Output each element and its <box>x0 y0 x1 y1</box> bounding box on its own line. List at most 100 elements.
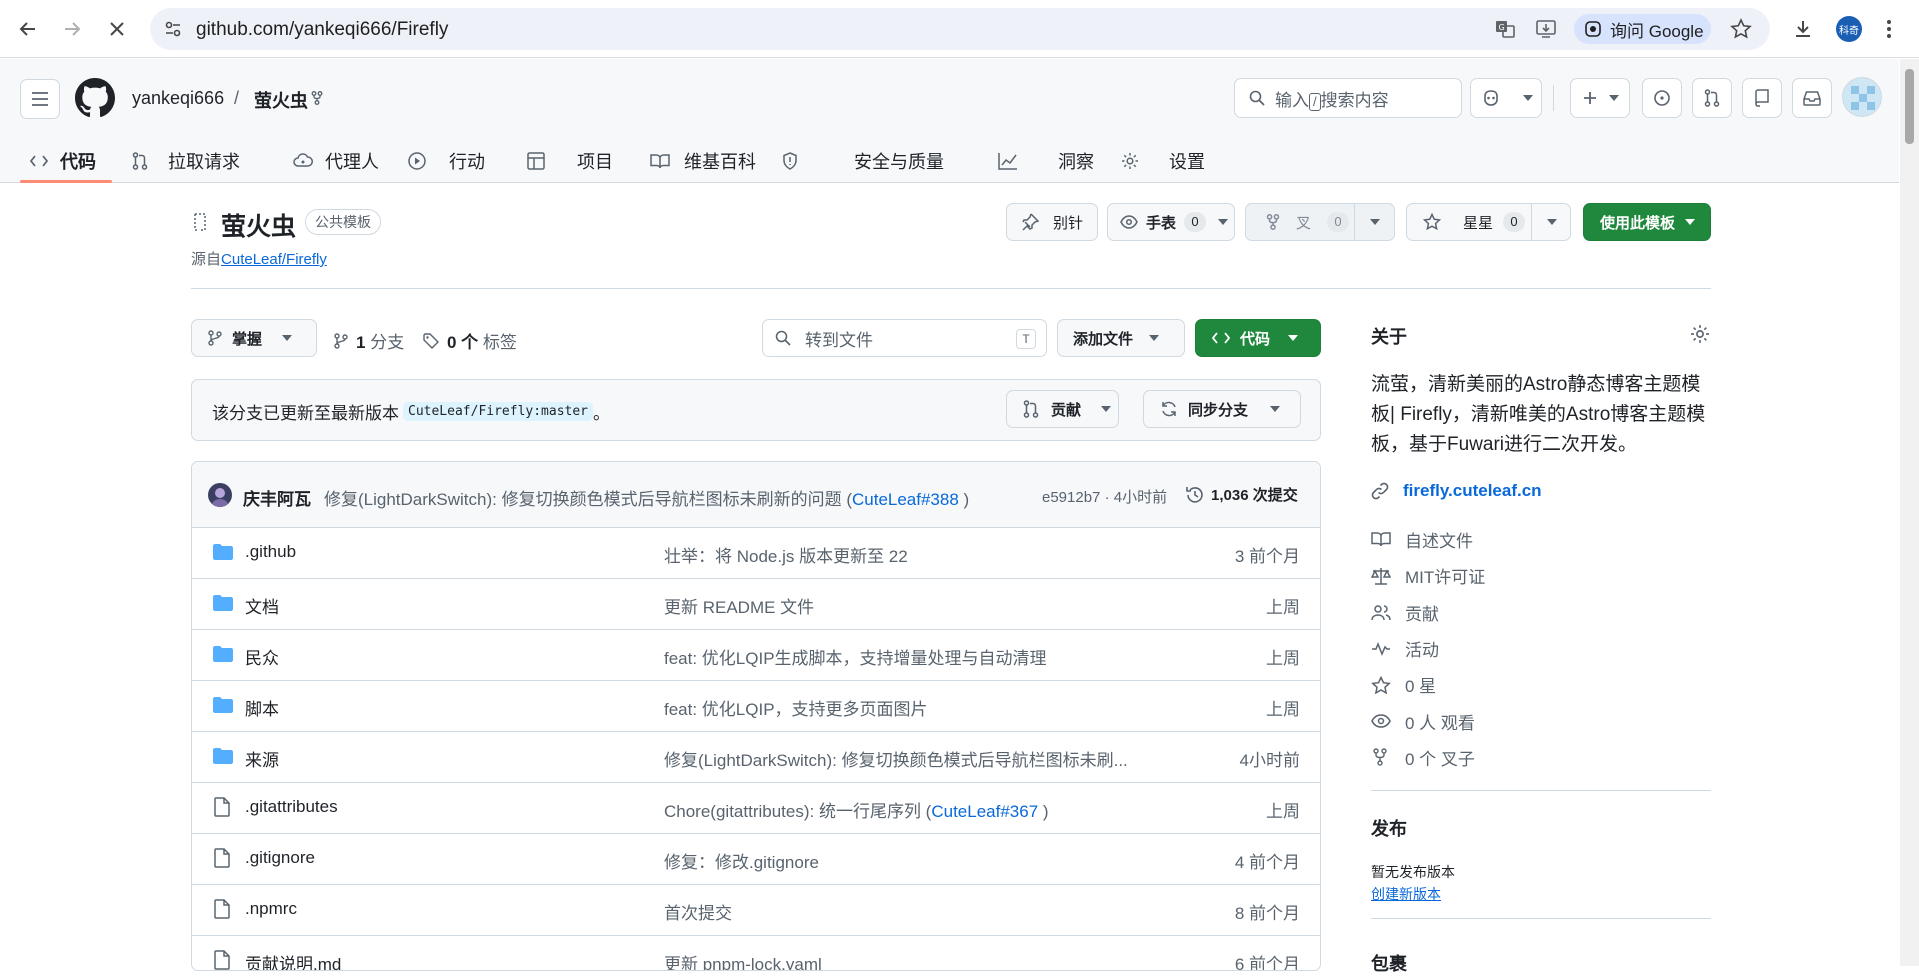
watch-button[interactable]: 手表 0 <box>1107 203 1235 241</box>
commit-hash-time[interactable]: e5912b7 · 4小时前 <box>1042 486 1167 507</box>
file-name[interactable]: .gitignore <box>245 848 315 868</box>
tags-link[interactable]: 0 个 标签 <box>423 328 517 353</box>
tab-actions[interactable]: 行动 <box>407 139 485 183</box>
commit-author[interactable]: 庆丰阿瓦 <box>243 485 311 510</box>
file-commit-message[interactable]: feat: 优化LQIP，支持更多页面图片 <box>664 695 928 720</box>
forward-button[interactable] <box>57 14 87 44</box>
file-commit-message[interactable]: 首次提交 <box>664 899 732 924</box>
bookmark-star-icon[interactable] <box>1730 18 1752 40</box>
branches-link[interactable]: 1 分支 <box>334 328 404 353</box>
file-commit-message[interactable]: 更新 README 文件 <box>664 593 814 618</box>
tab-insights[interactable]: 洞察 <box>998 139 1094 183</box>
file-commit-message[interactable]: 壮举：将 Node.js 版本更新至 22 <box>664 542 908 567</box>
about-item[interactable]: MIT许可证 <box>1371 563 1485 588</box>
tab-code[interactable]: 代码 <box>30 139 96 183</box>
create-new-button[interactable] <box>1570 78 1630 118</box>
add-file-button[interactable]: 添加文件 <box>1057 319 1185 357</box>
releases-heading[interactable]: 发布 <box>1371 815 1407 841</box>
ask-google-button[interactable]: 询问 Google <box>1574 14 1711 44</box>
folder-icon <box>213 697 233 713</box>
repo-link[interactable]: 萤火虫 <box>254 87 308 113</box>
file-row[interactable]: .npmrc 首次提交 8 前个月 <box>192 885 1320 936</box>
branch-select-button[interactable]: 掌握 <box>191 319 317 357</box>
issues-button[interactable] <box>1642 78 1682 118</box>
file-commit-message[interactable]: 修复：修改.gitignore <box>664 848 819 873</box>
commit-author-avatar[interactable] <box>208 483 232 507</box>
commit-message-line[interactable]: 修复(LightDarkSwitch): 修复切换颜色模式后导航栏图标未刷新的问… <box>324 485 969 510</box>
pin-button[interactable]: 别针 <box>1006 203 1098 241</box>
file-name[interactable]: .npmrc <box>245 899 297 919</box>
translate-icon[interactable]: G <box>1494 18 1516 40</box>
sync-fork-button[interactable]: 同步分支 <box>1143 390 1301 428</box>
site-settings-icon[interactable] <box>164 20 182 38</box>
about-item[interactable]: 自述文件 <box>1371 527 1473 552</box>
file-name[interactable]: .github <box>245 542 296 562</box>
about-item[interactable]: 活动 <box>1371 636 1439 661</box>
file-name[interactable]: 脚本 <box>245 695 279 720</box>
go-to-file-input[interactable]: 转到文件 T <box>762 319 1047 357</box>
code-dropdown-button[interactable]: 代码 <box>1195 319 1321 357</box>
about-item[interactable]: 0 星 <box>1371 672 1436 697</box>
pull-requests-button[interactable] <box>1692 78 1732 118</box>
file-row[interactable]: .gitattributes Chore(gitattributes): 统一行尾… <box>192 783 1320 834</box>
file-name[interactable]: 来源 <box>245 746 279 771</box>
contribute-button[interactable]: 贡献 <box>1006 390 1119 428</box>
tab-agents[interactable]: 代理人 <box>293 139 379 183</box>
about-settings-gear-icon[interactable] <box>1690 324 1710 344</box>
star-dropdown-button[interactable] <box>1531 203 1571 241</box>
file-name[interactable]: 民众 <box>245 644 279 669</box>
file-commit-link[interactable]: CuteLeaf#367 <box>931 802 1038 821</box>
tab-projects[interactable]: 项目 <box>527 139 613 183</box>
commit-pr-link[interactable]: CuteLeaf#388 <box>852 490 959 509</box>
user-avatar[interactable] <box>1842 77 1882 117</box>
tab-wiki[interactable]: 维基百科 <box>650 139 756 183</box>
about-item[interactable]: 0 个 叉子 <box>1371 745 1475 770</box>
github-logo-icon[interactable] <box>75 78 115 118</box>
copilot-button[interactable] <box>1470 78 1542 118</box>
inbox-button[interactable] <box>1792 78 1832 118</box>
file-row[interactable]: 文档 更新 README 文件 上周 <box>192 579 1320 630</box>
fork-dropdown-button[interactable] <box>1354 203 1395 241</box>
file-row[interactable]: .gitignore 修复：修改.gitignore 4 前个月 <box>192 834 1320 885</box>
tab-security[interactable]: 安全与质量 <box>782 139 944 183</box>
file-commit-message[interactable]: Chore(gitattributes): 统一行尾序列 (CuteLeaf#3… <box>664 797 1049 822</box>
file-commit-message[interactable]: 更新 pnpm-lock.yaml <box>664 950 822 970</box>
repo-title[interactable]: 萤火虫 <box>221 207 296 243</box>
file-commit-message[interactable]: 修复(LightDarkSwitch): 修复切换颜色模式后导航栏图标未刷... <box>664 746 1128 771</box>
tab-settings[interactable]: 设置 <box>1121 139 1205 183</box>
create-release-link[interactable]: 创建新版本 <box>1371 884 1441 904</box>
about-item[interactable]: 贡献 <box>1371 600 1439 625</box>
scrollbar-thumb[interactable] <box>1905 69 1914 144</box>
file-commit-message[interactable]: feat: 优化LQIP生成脚本，支持增量处理与自动清理 <box>664 644 1047 669</box>
file-row[interactable]: 脚本 feat: 优化LQIP，支持更多页面图片 上周 <box>192 681 1320 732</box>
install-app-icon[interactable] <box>1535 18 1557 40</box>
search-input[interactable]: 输入 / 搜索内容 <box>1234 78 1462 118</box>
repositories-button[interactable] <box>1742 78 1782 118</box>
menu-button[interactable] <box>20 79 60 119</box>
tab-pull-requests[interactable]: 拉取请求 <box>132 139 240 183</box>
owner-link[interactable]: yankeqi666 <box>132 88 224 109</box>
back-button[interactable] <box>13 14 43 44</box>
use-template-button[interactable]: 使用此模板 <box>1583 203 1711 241</box>
file-name[interactable]: 文档 <box>245 593 279 618</box>
packages-heading[interactable]: 包裹 <box>1371 950 1407 976</box>
website-link[interactable]: firefly.cuteleaf.cn <box>1371 481 1542 501</box>
file-name[interactable]: .gitattributes <box>245 797 338 817</box>
about-item[interactable]: 0 人 观看 <box>1371 709 1475 734</box>
upstream-ref[interactable]: CuteLeaf/Firefly:master <box>403 402 594 421</box>
commit-history-link[interactable]: 1,036 次提交 <box>1185 484 1298 505</box>
file-row[interactable]: 来源 修复(LightDarkSwitch): 修复切换颜色模式后导航栏图标未刷.… <box>192 732 1320 783</box>
download-icon[interactable] <box>1792 18 1814 40</box>
more-menu-icon[interactable] <box>1886 18 1892 40</box>
about-heading: 关于 <box>1371 327 1407 347</box>
search-placeholder-post: 搜索内容 <box>1320 90 1389 110</box>
file-row[interactable]: .github 壮举：将 Node.js 版本更新至 22 3 前个月 <box>192 528 1320 579</box>
forked-from-link[interactable]: CuteLeaf/Firefly <box>221 251 327 268</box>
file-row[interactable]: 民众 feat: 优化LQIP生成脚本，支持增量处理与自动清理 上周 <box>192 630 1320 681</box>
stop-loading-button[interactable] <box>102 14 132 44</box>
profile-avatar[interactable]: 科奇 <box>1836 16 1862 42</box>
page-scrollbar[interactable] <box>1900 59 1919 966</box>
file-name[interactable]: 贡献说明.md <box>245 950 341 970</box>
table-icon <box>527 152 545 170</box>
address-bar[interactable]: github.com/yankeqi666/Firefly G 询问 Googl… <box>150 8 1770 50</box>
